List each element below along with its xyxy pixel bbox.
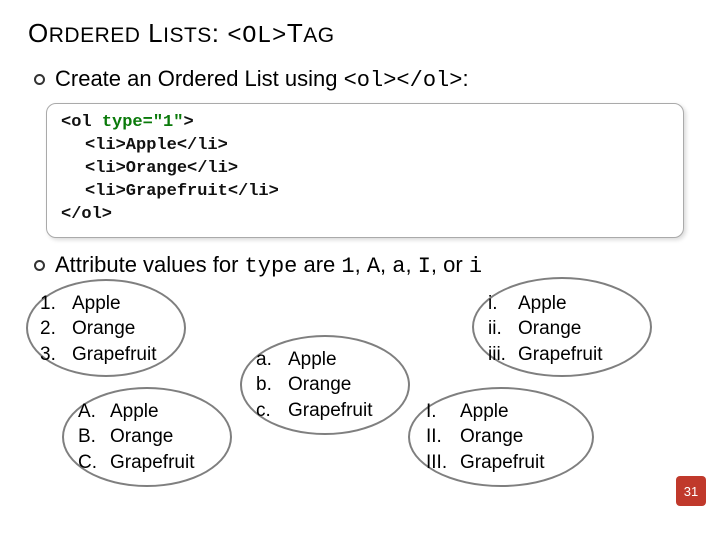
list-upper-roman: I.Apple II.Orange III.Grapefruit [426,399,544,476]
list-upper-alpha: A.Apple B.Orange C.Grapefruit [78,399,194,476]
page-number: 31 [676,476,706,506]
list-lower-alpha: a.Apple b.Orange c.Grapefruit [256,347,372,424]
code-block: <ol type="1"> <li>Apple</li> <li>Orange<… [46,103,684,238]
bullet-create: Create an Ordered List using <ol></ol>: [34,66,692,93]
bullet-icon [34,74,45,85]
list-decimal: 1.Apple 2.Orange 3.Grapefruit [40,291,156,368]
bullet-create-text: Create an Ordered List using <ol></ol>: [55,66,469,93]
bullet-attribute: Attribute values for type are 1, A, a, I… [34,252,692,279]
list-lower-roman: i.Apple ii.Orange iii.Grapefruit [488,291,602,368]
bullet-attribute-text: Attribute values for type are 1, A, a, I… [55,252,482,279]
bullet-icon [34,260,45,271]
slide-title: ORDERED LISTS: <OL>TAG [28,18,692,50]
lists-examples: 1.Apple 2.Orange 3.Grapefruit A.Apple B.… [28,289,692,499]
